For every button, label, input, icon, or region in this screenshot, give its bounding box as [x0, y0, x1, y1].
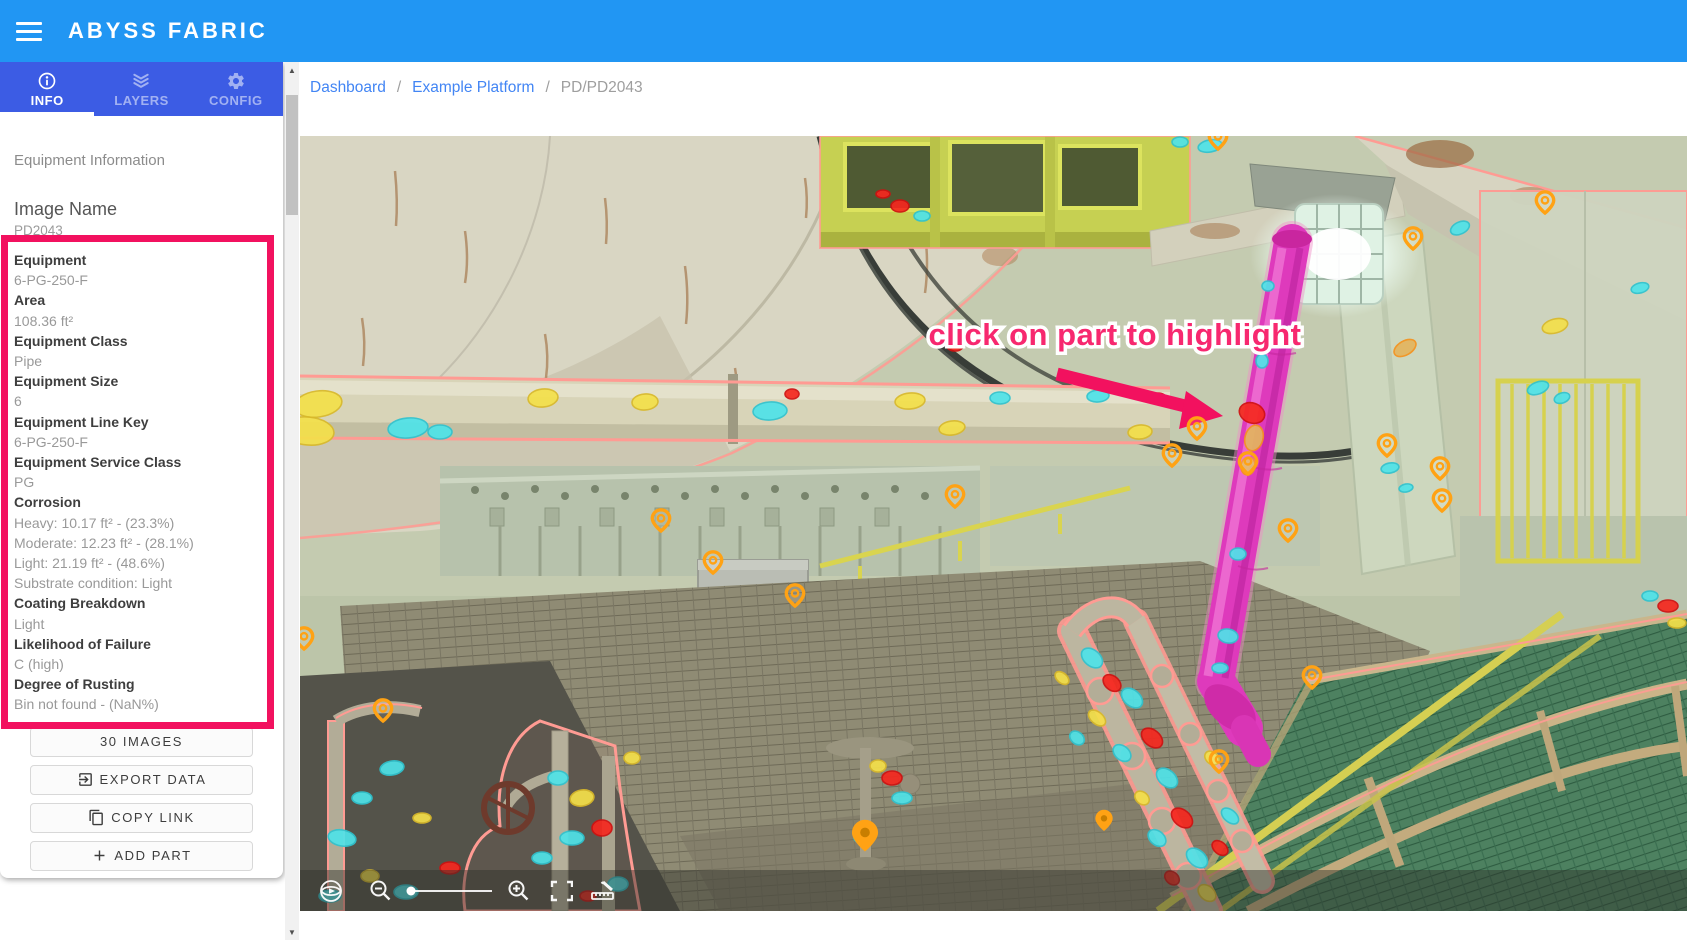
tab-label: CONFIG	[209, 93, 263, 108]
cyan-corrosion-blob	[532, 852, 552, 864]
cyan-corrosion-blob	[1172, 137, 1188, 147]
field-value: 108.36 ft²	[14, 311, 269, 331]
button-label: COPY LINK	[111, 810, 195, 825]
zoom-out-icon[interactable]	[360, 870, 402, 911]
red-corrosion-blob	[891, 200, 909, 212]
viewer-toolbar	[300, 870, 1687, 911]
red-corrosion-blob	[592, 820, 612, 836]
field-value: Light	[14, 614, 269, 634]
cyan-corrosion-blob	[352, 792, 372, 804]
pano-360-icon[interactable]	[310, 870, 352, 911]
field-label: Equipment Size	[14, 371, 269, 391]
breadcrumb-separator: /	[545, 79, 549, 97]
panorama-image[interactable]: click on part to highlight	[300, 136, 1687, 911]
sidebar-panel: INFO LAYERS CONFIG Equipment Information I…	[0, 62, 283, 878]
field-value: C (high)	[14, 654, 269, 674]
field-value: Heavy: 10.17 ft² - (23.3%)	[14, 513, 269, 533]
field-label: Equipment Line Key	[14, 412, 269, 432]
breadcrumb-separator: /	[397, 79, 401, 97]
field-label: Likelihood of Failure	[14, 634, 269, 654]
image-name-label: Image Name	[14, 199, 269, 220]
scrollbar-thumb[interactable]	[286, 95, 298, 215]
zoom-in-icon[interactable]	[498, 870, 540, 911]
sidebar-tabs: INFO LAYERS CONFIG	[0, 62, 283, 116]
field-value: Pipe	[14, 351, 269, 371]
button-label: ADD PART	[114, 848, 191, 863]
cyan-corrosion-blob	[892, 792, 912, 804]
breadcrumb-item[interactable]: Dashboard	[310, 79, 386, 97]
field-value: 6	[14, 391, 269, 411]
panorama-viewer[interactable]: click on part to highlight	[300, 136, 1687, 911]
cyan-corrosion-blob	[548, 771, 568, 785]
red-corrosion-blob	[882, 771, 902, 785]
yellow-corrosion-blob	[1668, 618, 1686, 628]
tab-layers[interactable]: LAYERS	[94, 62, 188, 116]
annotation-text: click on part to highlight	[929, 317, 1302, 352]
red-corrosion-blob	[876, 190, 890, 198]
sidebar-content: Equipment Information Image Name PD2043 …	[0, 116, 283, 871]
breadcrumb-item: PD/PD2043	[561, 79, 643, 97]
tab-config[interactable]: CONFIG	[189, 62, 283, 116]
scene-background	[300, 136, 1687, 911]
field-value: Light: 21.19 ft² - (48.6%)	[14, 553, 269, 573]
cyan-corrosion-blob	[560, 831, 584, 845]
cyan-corrosion-blob	[1212, 663, 1228, 673]
red-corrosion-blob	[785, 389, 799, 399]
scrollbar-down-arrow[interactable]: ▼	[285, 924, 299, 940]
field-label: Corrosion	[14, 492, 269, 512]
field-label: Equipment	[14, 250, 269, 270]
yellow-corrosion-blob	[624, 752, 640, 764]
image-name-value: PD2043	[14, 223, 269, 238]
breadcrumb-item[interactable]: Example Platform	[412, 79, 534, 97]
cyan-corrosion-blob	[428, 425, 452, 439]
field-label: Equipment Service Class	[14, 452, 269, 472]
app-header: ABYSS FABRIC	[0, 0, 1687, 62]
cyan-corrosion-blob	[914, 211, 930, 221]
cyan-corrosion-blob	[1642, 591, 1658, 601]
layers-icon	[131, 71, 151, 91]
copy-link-button[interactable]: COPY LINK	[30, 803, 253, 833]
measure-icon[interactable]	[582, 870, 624, 911]
tab-label: LAYERS	[114, 93, 169, 108]
cyan-corrosion-blob	[990, 392, 1010, 404]
cyan-corrosion-blob	[1256, 354, 1268, 368]
field-value: 6-PG-250-F	[14, 432, 269, 452]
30-images-button[interactable]: 30 IMAGES	[30, 727, 253, 757]
equipment-fields: Equipment6-PG-250-FArea108.36 ft²Equipme…	[14, 250, 269, 715]
add-part-button[interactable]: ADD PART	[30, 841, 253, 871]
field-label: Degree of Rusting	[14, 674, 269, 694]
section-title: Equipment Information	[14, 152, 269, 169]
field-label: Equipment Class	[14, 331, 269, 351]
fullscreen-icon[interactable]	[540, 870, 582, 911]
copy-icon	[88, 809, 105, 826]
scrollbar-up-arrow[interactable]: ▲	[285, 62, 299, 78]
tab-label: INFO	[31, 93, 64, 108]
yellow-corrosion-blob	[870, 760, 886, 772]
field-value: PG	[14, 472, 269, 492]
app-title: ABYSS FABRIC	[68, 18, 268, 44]
yellow-corrosion-blob	[413, 813, 431, 823]
sidebar-scrollbar[interactable]: ▲ ▼	[285, 62, 299, 940]
field-value: 6-PG-250-F	[14, 270, 269, 290]
field-label: Area	[14, 290, 269, 310]
button-label: 30 IMAGES	[100, 734, 183, 749]
hamburger-menu-icon[interactable]	[16, 22, 42, 41]
config-icon	[226, 71, 246, 91]
cyan-corrosion-blob	[1262, 281, 1274, 291]
button-label: EXPORT DATA	[100, 772, 207, 787]
zoom-slider[interactable]	[402, 870, 498, 911]
tab-info[interactable]: INFO	[0, 62, 94, 116]
field-value: Moderate: 12.23 ft² - (28.1%)	[14, 533, 269, 553]
export-data-button[interactable]: EXPORT DATA	[30, 765, 253, 795]
red-corrosion-blob	[1658, 600, 1678, 612]
field-value: Bin not found - (NaN%)	[14, 694, 269, 714]
cyan-corrosion-blob	[1230, 548, 1246, 560]
breadcrumb: Dashboard / Example Platform / PD/PD2043	[310, 79, 643, 97]
field-label: Coating Breakdown	[14, 593, 269, 613]
info-icon	[37, 71, 57, 91]
sidebar-buttons: 30 IMAGES EXPORT DATA COPY LINK ADD PART	[30, 727, 253, 871]
plus-icon	[91, 847, 108, 864]
export-icon	[77, 771, 94, 788]
field-value: Substrate condition: Light	[14, 573, 269, 593]
